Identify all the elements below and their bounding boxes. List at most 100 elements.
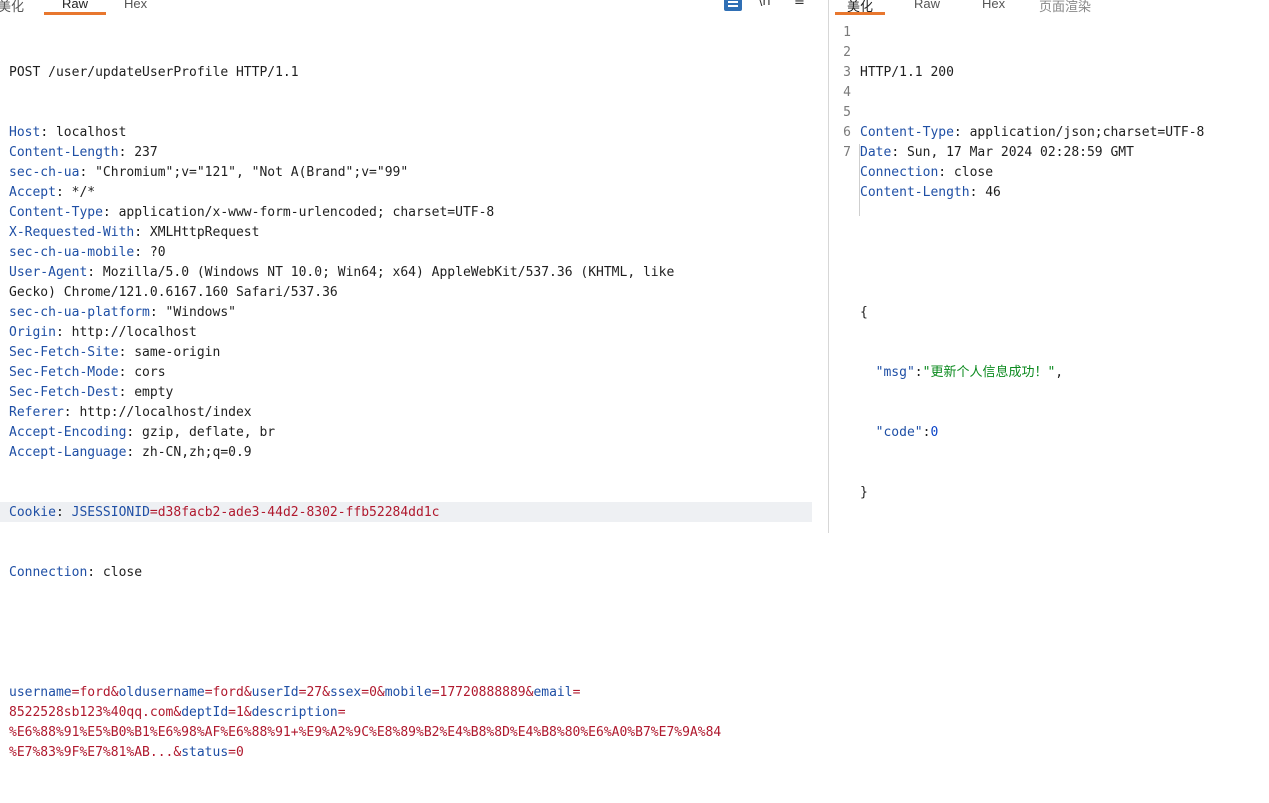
header-name: Referer [9, 405, 64, 420]
param-name: username [9, 685, 72, 700]
header-name: Sec-Fetch-Site [9, 345, 119, 360]
body-line: 8522528sb123%40qq.com&deptId=1&descripti… [9, 703, 721, 723]
header-line: Gecko) Chrome/121.0.6167.160 Safari/537.… [9, 283, 721, 303]
tab-raw-label: Raw [62, 0, 89, 11]
tab-hex[interactable]: Hex [124, 0, 147, 11]
tab-pretty[interactable]: 美化 [835, 0, 886, 15]
tab-hex[interactable]: Hex [982, 0, 1005, 11]
header-value: ?0 [142, 245, 166, 260]
header-value: 46 [977, 185, 1001, 200]
header-line: Referer: http://localhost/index [9, 405, 252, 420]
tab-raw[interactable]: Raw [44, 0, 107, 15]
header-name: Sec-Fetch-Dest [9, 385, 119, 400]
param-value: 8522528sb123%40qq.com& [9, 705, 182, 720]
header-line: Host: localhost [9, 125, 127, 140]
header-line: sec-ch-ua-platform: "Windows" [9, 305, 236, 320]
request-scrollbar[interactable] [812, 0, 828, 533]
param-value: =0 [228, 745, 244, 760]
header-name: Host [9, 125, 41, 140]
header-value: Sun, 17 Mar 2024 02:28:59 GMT [899, 145, 1134, 160]
header-name: sec-ch-ua-platform [9, 305, 150, 320]
header-line: Sec-Fetch-Site: same-origin [9, 345, 221, 360]
header-value: zh-CN,zh;q=0.9 [134, 445, 252, 460]
request-editor[interactable]: POST /user/updateUserProfile HTTP/1.1 Ho… [9, 23, 721, 803]
header-line: User-Agent: Mozilla/5.0 (Windows NT 10.0… [9, 265, 675, 280]
header-line: sec-ch-ua-mobile: ?0 [9, 245, 166, 260]
header-line: Sec-Fetch-Dest: empty [9, 385, 174, 400]
param-name: oldusername [118, 685, 205, 700]
header-name: X-Requested-With [9, 225, 135, 240]
param-value: =1& [228, 705, 252, 720]
tab-raw[interactable]: Raw [914, 0, 940, 11]
header-name: Content-Length [860, 185, 970, 200]
header-value: localhost [48, 125, 127, 140]
header-line-cookie: Cookie: JSESSIONID=d38facb2-ade3-44d2-83… [9, 505, 440, 520]
tab-pretty[interactable]: 美化 [0, 0, 24, 15]
body-line: %E6%88%91%E5%B0%B1%E6%98%AF%E6%88%91+%E9… [9, 723, 721, 743]
response-header-line: Content-Type: application/json;charset=U… [860, 125, 1205, 140]
param-name: description [251, 705, 338, 720]
header-value: Gecko) Chrome/121.0.6167.160 Safari/537.… [9, 285, 338, 300]
header-value: close [946, 165, 994, 180]
header-name: Date [860, 145, 892, 160]
tab-render[interactable]: 页面渲染 [1039, 0, 1091, 15]
header-value: Mozilla/5.0 (Windows NT 10.0; Win64; x64… [95, 265, 675, 280]
header-name: Accept-Language [9, 445, 127, 460]
request-tabs: 美化 Raw Hex \n ≡ [0, 0, 828, 15]
header-value: "Chromium";v="121", "Not A(Brand";v="99" [87, 165, 409, 180]
header-value: http://localhost [63, 325, 197, 340]
json-line-msg: "msg":"更新个人信息成功！", [875, 365, 1064, 380]
header-name: Content-Type [9, 205, 103, 220]
line-number: 5 [843, 105, 851, 120]
active-tab-underline [835, 12, 886, 15]
cookie-key: JSESSIONID [71, 505, 150, 520]
json-open-brace: { [860, 305, 868, 320]
param-value: =ford& [204, 685, 252, 700]
header-name: sec-ch-ua [9, 165, 80, 180]
line-number: 7 [843, 145, 851, 160]
request-pane: 美化 Raw Hex \n ≡ POST /user/updateUserPro… [0, 0, 828, 760]
header-line: Accept-Language: zh-CN,zh;q=0.9 [9, 445, 252, 460]
body-line: %E7%83%9F%E7%81%AB...&status=0 [9, 743, 721, 763]
menu-icon[interactable]: ≡ [794, 0, 805, 9]
header-name: Sec-Fetch-Mode [9, 365, 119, 380]
header-name: Content-Length [9, 145, 119, 160]
param-name: mobile [384, 685, 432, 700]
json-key: "msg" [875, 365, 915, 380]
response-tabs: 美化 Raw Hex 页面渲染 [829, 0, 1269, 15]
header-name: Accept [9, 185, 56, 200]
active-tab-underline [44, 12, 107, 15]
header-line: Content-Length: 237 [9, 145, 158, 160]
response-editor[interactable]: HTTP/1.1 200 Content-Type: application/j… [860, 23, 1204, 543]
line-number: 3 [843, 65, 851, 80]
line-number: 2 [843, 45, 851, 60]
header-value: http://localhost/index [71, 405, 252, 420]
param-name: email [533, 685, 573, 700]
header-value: same-origin [126, 345, 221, 360]
param-name: ssex [329, 685, 362, 700]
word-wrap-icon[interactable] [724, 0, 742, 11]
status-line: HTTP/1.1 200 [860, 65, 954, 80]
header-value: "Windows" [157, 305, 236, 320]
header-line: X-Requested-With: XMLHttpRequest [9, 225, 260, 240]
param-value: = [337, 705, 346, 720]
header-value: gzip, deflate, br [134, 425, 276, 440]
json-string-value: "更新个人信息成功！" [922, 365, 1056, 380]
header-value: cors [126, 365, 166, 380]
param-value: =0& [361, 685, 385, 700]
param-name: deptId [181, 705, 229, 720]
json-close-brace: } [860, 485, 868, 500]
header-name: Cookie [9, 505, 56, 520]
line-number-gutter: 1 2 3 4 5 6 7 [837, 23, 851, 163]
cookie-value: =d38facb2-ade3-44d2-8302-ffb52284dd1c [149, 505, 440, 520]
header-name: Connection [860, 165, 939, 180]
response-header-line: Connection: close [860, 165, 994, 180]
json-number-value: 0 [930, 425, 939, 440]
json-line-code: "code":0 [875, 425, 939, 440]
param-name: userId [251, 685, 299, 700]
header-line-connection: Connection: close [9, 565, 143, 580]
newline-toggle-icon[interactable]: \n [758, 0, 771, 9]
param-value: =ford& [71, 685, 119, 700]
